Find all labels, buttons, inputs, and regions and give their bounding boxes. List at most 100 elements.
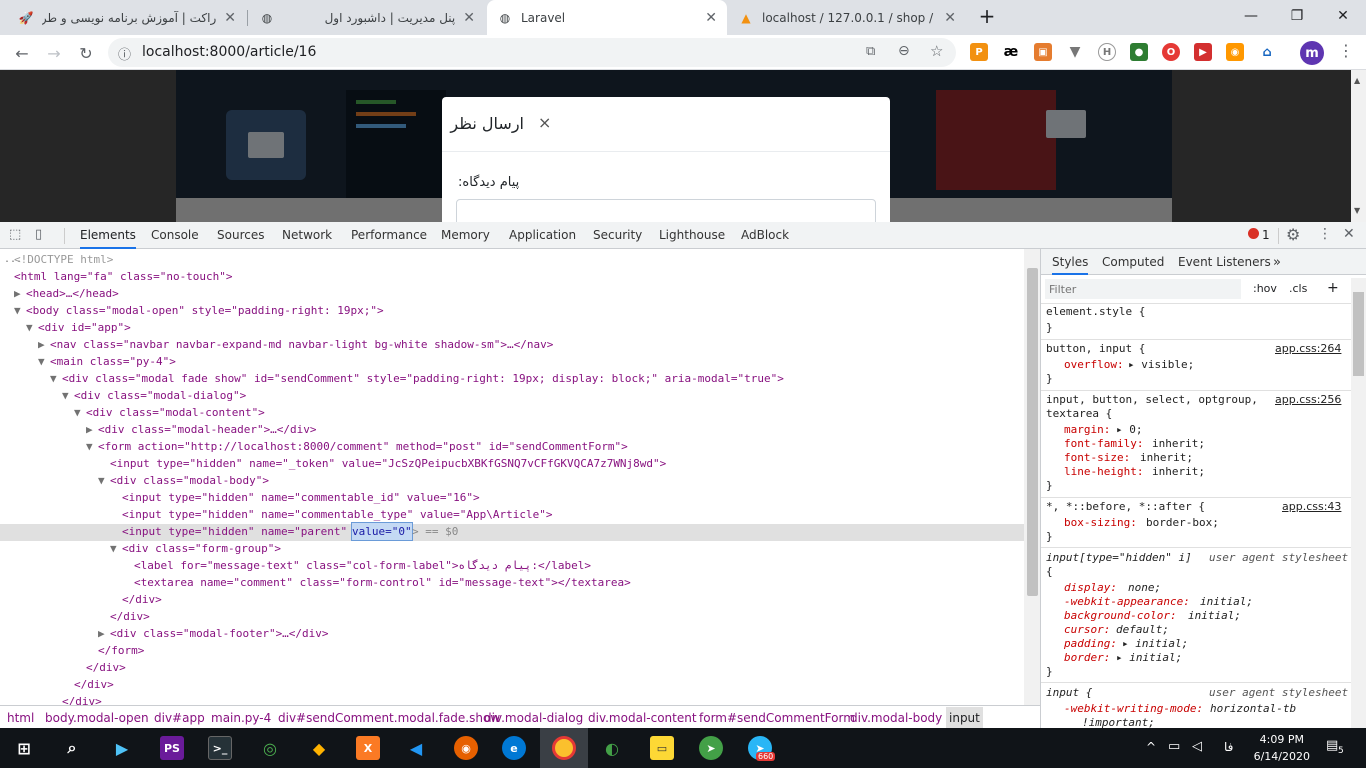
translate-icon[interactable]: ⧉ (866, 44, 875, 59)
more-tabs-icon[interactable]: » (1273, 255, 1281, 270)
tab-lighthouse[interactable]: Lighthouse (659, 222, 725, 249)
terminal-icon[interactable]: >_ (208, 736, 232, 760)
source-link[interactable]: app.css:256 (1275, 393, 1341, 407)
breadcrumb-item[interactable]: html (7, 711, 34, 725)
notification-icon[interactable]: ▤ (1326, 738, 1338, 753)
rss-extension-icon[interactable]: ◉ (1226, 43, 1244, 61)
network-icon[interactable]: ▭ (1168, 739, 1180, 754)
chevron-up-icon[interactable]: ^ (1146, 740, 1156, 754)
close-window-button[interactable]: ✕ (1320, 0, 1366, 32)
dom-line[interactable]: <input type="hidden" name="commentable_t… (122, 506, 552, 523)
breadcrumb-item[interactable]: main.py-4 (211, 711, 271, 725)
tab-event-listeners[interactable]: Event Listeners (1178, 255, 1271, 269)
dom-line[interactable]: <div class="modal fade show" id="sendCom… (62, 370, 784, 387)
elements-scrollbar-thumb[interactable] (1027, 268, 1038, 596)
rule-selector[interactable]: *, *::before, *::after { (1046, 500, 1205, 514)
breadcrumb-item[interactable]: div#sendComment.modal.fade.show (278, 711, 500, 725)
css-property[interactable]: box-sizing: (1064, 516, 1137, 530)
css-value[interactable]: ▸ visible; (1128, 358, 1194, 372)
dom-line[interactable]: <div id="app"> (38, 319, 131, 336)
inspect-element-icon[interactable]: ⬚ (9, 227, 21, 242)
vue-extension-icon[interactable]: ▼ (1066, 43, 1084, 61)
css-value[interactable]: default; (1116, 623, 1169, 637)
dom-line[interactable]: <body class="modal-open" style="padding-… (26, 302, 384, 319)
app-globe-icon[interactable]: ◐ (600, 736, 624, 760)
tab-sources[interactable]: Sources (217, 222, 264, 249)
dom-line[interactable]: <input type="hidden" name="commentable_i… (122, 489, 480, 506)
page-scrollbar[interactable]: ▲ ▼ (1351, 70, 1366, 222)
dom-line[interactable]: </div> (110, 608, 150, 625)
css-value[interactable]: horizontal-tb (1210, 702, 1296, 716)
css-value[interactable]: ▸ initial; (1122, 637, 1188, 651)
close-tab-icon[interactable]: ✕ (224, 10, 236, 26)
device-toolbar-icon[interactable]: ▯ (35, 227, 42, 242)
clock[interactable]: 4:09 PM 6/14/2020 (1254, 731, 1310, 765)
tab-phpmyadmin[interactable]: ▲ localhost / 127.0.0.1 / shop / comm ✕ (728, 0, 966, 35)
css-value[interactable]: inherit; (1140, 451, 1193, 465)
windows-start-icon[interactable]: ⊞ (12, 736, 36, 760)
ae-extension-icon[interactable]: æ (1002, 43, 1020, 61)
hover-toggle[interactable]: :hov (1253, 282, 1277, 296)
rule-selector[interactable]: element.style { (1046, 305, 1145, 319)
minimize-button[interactable]: — (1228, 0, 1274, 32)
vscode-icon[interactable]: ◀ (404, 736, 428, 760)
chrome-icon[interactable] (552, 736, 576, 760)
css-value[interactable]: !important; (1082, 716, 1155, 728)
profile-avatar[interactable]: m (1300, 41, 1324, 65)
dom-line[interactable]: <html lang="fa" class="no-touch"> (14, 268, 233, 285)
tab-security[interactable]: Security (593, 222, 642, 249)
info-icon[interactable]: ⓘ (118, 44, 131, 63)
css-value[interactable]: inherit; (1152, 437, 1205, 451)
css-property[interactable]: background-color: (1064, 609, 1177, 623)
h-extension-icon[interactable]: H (1098, 43, 1116, 61)
dom-line[interactable]: <head>…</head> (26, 285, 119, 302)
css-property[interactable]: display: (1064, 581, 1117, 595)
css-value[interactable]: initial; (1188, 609, 1241, 623)
powershell-icon[interactable]: ▶ (110, 736, 134, 760)
css-value[interactable]: none; (1128, 581, 1161, 595)
dom-line[interactable]: <textarea name="comment" class="form-con… (134, 574, 631, 591)
dom-line[interactable]: </div> (86, 659, 126, 676)
css-property[interactable]: -webkit-appearance: (1064, 595, 1190, 609)
styles-scrollbar-thumb[interactable] (1353, 292, 1364, 376)
css-property[interactable]: line-height: (1064, 465, 1143, 479)
tab-elements[interactable]: Elements (80, 222, 136, 249)
breadcrumb-item[interactable]: body.modal-open (45, 711, 149, 725)
dom-line[interactable]: <div class="modal-content"> (86, 404, 265, 421)
css-property[interactable]: font-size: (1064, 451, 1130, 465)
css-property[interactable]: cursor: (1064, 623, 1110, 637)
dom-line[interactable]: </div> (74, 676, 114, 693)
settings-gear-icon[interactable]: ⚙ (1286, 225, 1300, 244)
app-send-icon[interactable]: ➤ (699, 736, 723, 760)
source-link[interactable]: app.css:264 (1275, 342, 1341, 356)
address-bar[interactable]: ⓘ localhost:8000/article/16 ⧉ ⊖ ☆ (108, 38, 956, 67)
dom-line[interactable]: <nav class="navbar navbar-expand-md navb… (50, 336, 553, 353)
message-textarea[interactable] (456, 199, 876, 222)
close-tab-icon[interactable]: ✕ (944, 10, 956, 26)
tab-network[interactable]: Network (282, 222, 332, 249)
css-value[interactable]: initial; (1200, 595, 1253, 609)
rule-selector[interactable]: input { (1046, 686, 1092, 700)
breadcrumb-item-active[interactable]: input (946, 707, 983, 729)
maximize-button[interactable]: ❐ (1274, 0, 1320, 32)
close-tab-icon[interactable]: ✕ (463, 10, 475, 26)
search-icon[interactable]: ⌕ (60, 736, 84, 760)
css-property[interactable]: -webkit-writing-mode: (1064, 702, 1203, 716)
play-extension-icon[interactable]: ▶ (1194, 43, 1212, 61)
tab-laravel[interactable]: ◍ Laravel ✕ (487, 0, 727, 35)
close-icon[interactable]: × (538, 113, 551, 132)
volume-icon[interactable]: ◁ (1192, 739, 1202, 754)
back-button[interactable]: ← (8, 39, 36, 67)
pma-extension-icon[interactable]: P (970, 43, 988, 61)
new-tab-button[interactable]: + (970, 0, 1004, 32)
dom-line[interactable]: </div> (62, 693, 102, 705)
dom-line-selected[interactable]: <input type="hidden" name="parent" (122, 523, 354, 540)
breadcrumb-item[interactable]: div#app (154, 711, 205, 725)
language-indicator[interactable]: فا (1224, 740, 1233, 754)
breadcrumb-item[interactable]: form#sendCommentForm (699, 711, 855, 725)
o-extension-icon[interactable]: O (1162, 43, 1180, 61)
dom-line[interactable]: <main class="py-4"> (50, 353, 176, 370)
css-value[interactable]: ▸ 0; (1116, 423, 1143, 437)
breadcrumb-item[interactable]: div.modal-dialog (484, 711, 583, 725)
dom-line[interactable]: <div class="modal-footer">…</div> (110, 625, 329, 642)
